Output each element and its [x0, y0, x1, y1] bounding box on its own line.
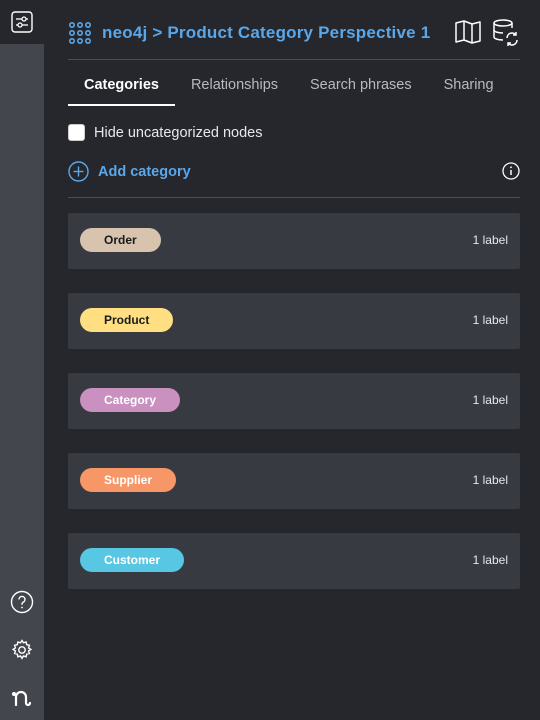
hide-uncategorized-option: Hide uncategorized nodes	[68, 124, 262, 141]
category-pill-category[interactable]: Category	[80, 388, 181, 412]
help-icon	[10, 590, 34, 614]
perspective-header: neo4j > Product Category Perspective 1	[68, 18, 520, 48]
tab-relationships[interactable]: Relationships	[175, 68, 294, 106]
neo4j-logo[interactable]	[0, 681, 44, 713]
add-circle-icon	[68, 161, 89, 182]
left-rail	[0, 0, 44, 720]
category-row-category[interactable]: Category 1 label	[68, 373, 520, 429]
category-row-order[interactable]: Order 1 label	[68, 213, 520, 269]
info-icon	[502, 162, 520, 180]
category-row-customer[interactable]: Customer 1 label	[68, 533, 520, 589]
category-pill-product[interactable]: Product	[80, 308, 174, 332]
help-button[interactable]	[0, 586, 44, 618]
category-row-supplier[interactable]: Supplier 1 label	[68, 453, 520, 509]
category-pill-customer[interactable]: Customer	[80, 548, 185, 572]
tab-search-phrases[interactable]: Search phrases	[294, 68, 428, 106]
page-title[interactable]: neo4j > Product Category Perspective 1	[102, 23, 430, 43]
settings-button[interactable]	[0, 634, 44, 666]
category-pill-order[interactable]: Order	[80, 228, 161, 252]
info-button[interactable]	[502, 162, 520, 185]
category-row-product[interactable]: Product 1 label	[68, 293, 520, 349]
add-category-button[interactable]: Add category	[68, 161, 191, 182]
neo4j-logo-icon	[12, 690, 32, 707]
tab-sharing[interactable]: Sharing	[428, 68, 510, 106]
perspective-drawer-button[interactable]	[0, 0, 44, 44]
book-icon	[455, 20, 481, 44]
add-category-label: Add category	[98, 163, 191, 180]
header-divider	[68, 59, 520, 60]
tab-bar: Categories Relationships Search phrases …	[68, 68, 510, 106]
category-pill-supplier[interactable]: Supplier	[80, 468, 177, 492]
list-divider	[68, 197, 520, 198]
hide-uncategorized-checkbox[interactable]	[68, 124, 85, 141]
category-label-count: 1 label	[472, 393, 508, 407]
refresh-database-button[interactable]	[492, 18, 520, 51]
documentation-button[interactable]	[454, 18, 482, 51]
database-refresh-icon	[493, 19, 518, 46]
category-label-count: 1 label	[472, 473, 508, 487]
category-label-count: 1 label	[472, 233, 508, 247]
hide-uncategorized-label[interactable]: Hide uncategorized nodes	[94, 125, 262, 141]
settings-icon	[11, 639, 33, 660]
tab-categories[interactable]: Categories	[68, 68, 175, 106]
sliders-icon	[11, 11, 33, 33]
category-label-count: 1 label	[472, 553, 508, 567]
category-label-count: 1 label	[472, 313, 508, 327]
app-grid-icon[interactable]	[68, 21, 92, 45]
perspective-editor: neo4j > Product Category Perspective 1 C…	[44, 0, 540, 720]
